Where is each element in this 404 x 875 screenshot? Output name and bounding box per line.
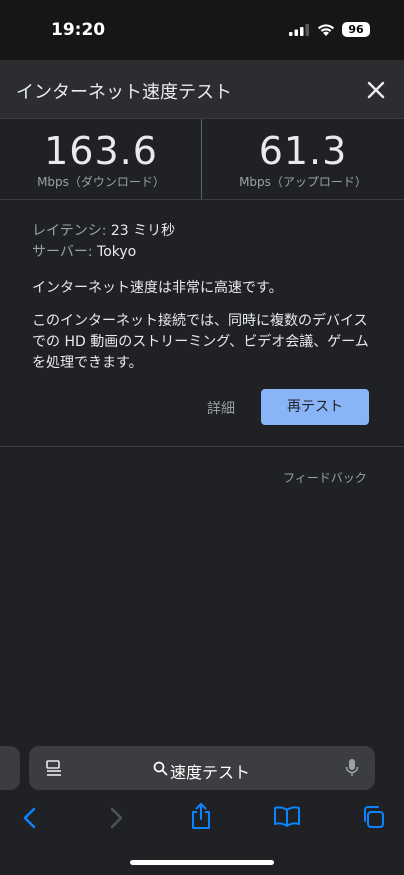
status-bar: 19:20 96 [0, 0, 404, 60]
details-button[interactable]: 詳細 [207, 398, 235, 418]
server-row: サーバー: Tokyo [32, 242, 377, 263]
wifi-icon [317, 24, 335, 36]
tabs-icon[interactable] [361, 805, 385, 829]
section-divider [0, 446, 404, 447]
connection-info: レイテンシ: 23 ミリ秒 サーバー: Tokyo [32, 221, 377, 263]
latency-value: 23 ミリ秒 [110, 223, 176, 239]
cellular-signal-icon [289, 24, 309, 36]
close-icon[interactable] [363, 77, 389, 103]
share-icon[interactable] [189, 802, 213, 830]
speed-summary: インターネット速度は非常に高速です。 [32, 280, 283, 296]
bookmarks-icon[interactable] [273, 805, 301, 827]
forward-icon[interactable] [106, 806, 126, 830]
upload-result: 61.3 Mbps（アップロード） [202, 119, 404, 199]
upload-speed-unit: Mbps（アップロード） [239, 175, 367, 189]
battery-indicator: 96 [342, 22, 370, 37]
status-time: 19:20 [51, 20, 106, 40]
address-text[interactable]: 速度テスト [170, 759, 250, 783]
feedback-link[interactable]: フィードバック [283, 469, 367, 486]
reader-mode-icon[interactable] [45, 759, 63, 777]
speed-description: このインターネット接続では、同時に複数のデバイスでの HD 動画のストリーミング… [32, 313, 369, 371]
microphone-icon[interactable] [345, 758, 359, 778]
dialog-title: インターネット速度テスト [16, 82, 232, 103]
back-icon[interactable] [20, 806, 40, 830]
download-result: 163.6 Mbps（ダウンロード） [0, 119, 202, 199]
download-speed-unit: Mbps（ダウンロード） [37, 175, 165, 189]
latency-row: レイテンシ: 23 ミリ秒 [32, 221, 377, 242]
speed-results: 163.6 Mbps（ダウンロード） 61.3 Mbps（アップロード） [0, 119, 404, 200]
download-speed-value: 163.6 [44, 129, 158, 173]
retest-button[interactable]: 再テスト [261, 389, 369, 425]
previous-tab-preview[interactable] [0, 746, 20, 790]
dialog-header: インターネット速度テスト [0, 60, 404, 119]
latency-label: レイテンシ: [32, 223, 107, 239]
search-icon [153, 761, 168, 776]
home-indicator [130, 860, 274, 865]
upload-speed-value: 61.3 [258, 129, 348, 173]
server-value: Tokyo [97, 244, 137, 260]
server-label: サーバー: [32, 244, 93, 260]
